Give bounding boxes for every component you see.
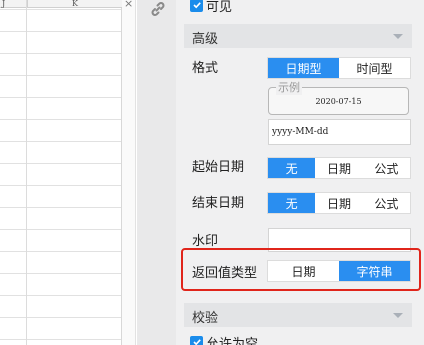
start-date-toggle: 无 日期 公式 — [267, 157, 411, 179]
check-icon — [192, 2, 201, 9]
start-date-option-none[interactable]: 无 — [268, 158, 316, 178]
date-pattern-input[interactable]: yyyy-MM-dd — [268, 119, 411, 145]
start-date-label: 起始日期 — [192, 160, 245, 175]
validation-section-header[interactable]: 校验 — [184, 303, 412, 327]
visible-checkbox-row[interactable]: 可见 — [190, 0, 233, 15]
advanced-section-header[interactable]: 高级 — [184, 24, 412, 48]
advanced-section-title: 高级 — [192, 32, 219, 47]
chevron-down-icon[interactable] — [393, 34, 403, 39]
allow-empty-label: 允许为空 — [206, 336, 259, 345]
end-date-option-date[interactable]: 日期 — [315, 193, 362, 213]
start-date-option-formula[interactable]: 公式 — [363, 158, 410, 178]
end-date-label: 结束日期 — [192, 196, 245, 211]
allow-empty-checkbox[interactable] — [190, 335, 203, 345]
spreadsheet-grid[interactable]: J K — [0, 0, 122, 345]
column-divider — [26, 0, 27, 345]
tool-strip — [137, 0, 176, 345]
link-icon[interactable] — [149, 0, 167, 18]
end-date-option-none[interactable]: 无 — [268, 193, 316, 213]
format-label: 格式 — [192, 61, 219, 76]
format-option-date[interactable]: 日期型 — [268, 58, 339, 78]
allow-empty-checkbox-row[interactable]: 允许为空 — [190, 335, 258, 345]
vertical-scrollbar[interactable] — [122, 0, 136, 345]
format-toggle: 日期型 时间型 — [267, 57, 411, 79]
watermark-label: 水印 — [192, 234, 219, 249]
visible-checkbox[interactable] — [190, 0, 203, 12]
column-header-j[interactable]: J — [0, 0, 26, 8]
example-value: 2020-07-15 — [315, 97, 362, 106]
chevron-down-icon[interactable] — [393, 313, 403, 318]
column-header-k[interactable]: K — [27, 0, 122, 8]
validation-section-title: 校验 — [192, 311, 219, 326]
end-date-toggle: 无 日期 公式 — [267, 192, 411, 214]
highlight-frame — [181, 248, 421, 291]
check-icon — [192, 339, 201, 345]
close-icon[interactable]: × — [124, 0, 133, 10]
example-legend: 示例 — [276, 79, 302, 95]
start-date-option-date[interactable]: 日期 — [315, 158, 362, 178]
cell-grid[interactable] — [0, 9, 121, 345]
end-date-option-formula[interactable]: 公式 — [363, 193, 410, 213]
visible-label: 可见 — [206, 0, 233, 15]
format-option-time[interactable]: 时间型 — [339, 58, 410, 78]
